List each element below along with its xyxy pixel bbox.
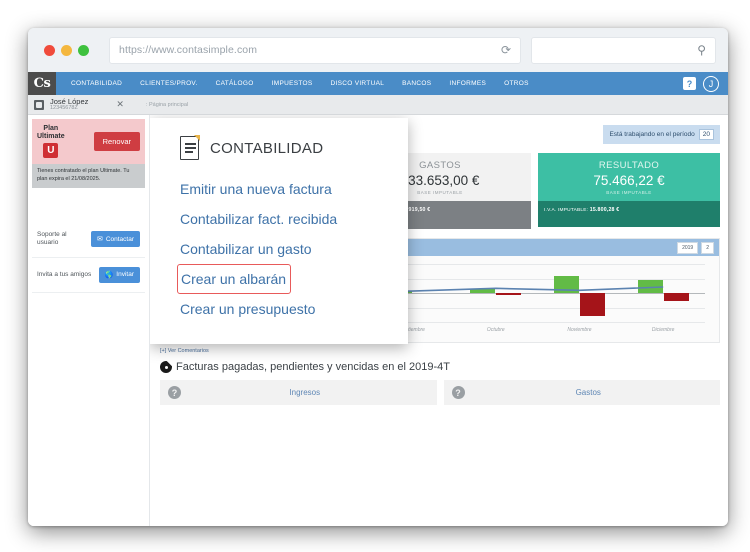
maximize-window-button[interactable] (78, 44, 89, 56)
menu-item-contabilizar-gasto[interactable]: Contabilizar un gasto (150, 234, 408, 264)
chart-bar (580, 293, 606, 316)
chart-year-selector[interactable]: 2019 2 (677, 241, 714, 254)
kpi-subtitle: BASE IMPUTABLE (606, 190, 652, 195)
kpi-meta-value: 15.800,28 € (589, 207, 620, 213)
chart-x-tick: Diciembre (651, 327, 675, 334)
menu-item-crear-presupuesto[interactable]: Crear un presupuesto (150, 294, 408, 324)
menu-item-contabilizar-factura[interactable]: Contabilizar fact. recibida (150, 204, 408, 234)
globe-icon: 🌎 (104, 271, 114, 279)
avatar[interactable]: J (703, 75, 719, 92)
help-icon[interactable]: ? (683, 77, 696, 90)
menu-item-emitir-factura[interactable]: Emitir una nueva factura (150, 174, 408, 204)
invite-friends-label: Invitar (116, 271, 134, 279)
menu-item-crear-albaran[interactable]: Crear un albarán (177, 264, 292, 294)
invite-friends-button[interactable]: 🌎 Invitar (98, 266, 140, 283)
close-icon[interactable]: ✕ (116, 99, 124, 110)
plan-box: Plan Ultimate U Renovar (32, 119, 145, 165)
nav-item-informes[interactable]: INFORMES (440, 72, 495, 95)
kpi-top: RESULTADO 75.466,22 € BASE IMPUTABLE (538, 153, 720, 201)
document-icon (180, 135, 200, 160)
nav-item-bancos[interactable]: BANCOS (393, 72, 440, 95)
plan-label-line2: Ultimate (37, 133, 65, 141)
working-period-text: Está trabajando en el período (609, 131, 695, 138)
close-window-button[interactable] (44, 44, 55, 56)
browser-window: https://www.contasimple.com ⟳ ⚲ Cs CONTA… (28, 28, 728, 526)
reload-icon[interactable]: ⟳ (501, 44, 511, 56)
breadcrumb: : Página principal (145, 101, 189, 108)
working-period-value[interactable]: 20 (698, 129, 714, 140)
sidebar: Plan Ultimate U Renovar Tienes contratad… (28, 115, 150, 526)
kpi-card-resultado: RESULTADO 75.466,22 € BASE IMPUTABLE I.V… (538, 153, 720, 229)
invite-label: Invita a tus amigos (37, 270, 92, 278)
kpi-title: RESULTADO (598, 160, 660, 171)
user-strip: José López 12345678Z ✕ : Página principa… (28, 95, 728, 115)
kpi-meta-row: I.V.A. IMPUTABLE: 15.800,28 € (544, 206, 714, 215)
renew-plan-button[interactable]: Renovar (93, 132, 140, 152)
sidebar-row-invite: Invita a tus amigos 🌎 Invitar (32, 258, 145, 293)
pie-chart-icon (160, 361, 172, 374)
main-content: é López Está trabajando en el período 20… (150, 115, 728, 526)
page-body: Plan Ultimate U Renovar Tienes contratad… (28, 115, 728, 526)
plan-label-line1: Plan (43, 125, 59, 132)
working-period-indicator[interactable]: Está trabajando en el período 20 (603, 125, 720, 144)
kpi-meta-label: I.V.A. IMPUTABLE: (544, 208, 589, 213)
app-logo[interactable]: Cs (28, 72, 56, 95)
browser-toolbar: https://www.contasimple.com ⟳ ⚲ (28, 28, 728, 72)
year-button-next[interactable]: 2 (701, 241, 714, 254)
search-icon: ⚲ (697, 43, 706, 57)
url-input[interactable]: https://www.contasimple.com (119, 44, 501, 56)
plan-note: Tienes contratado el plan Ultimate. Tu p… (32, 164, 145, 189)
navbar-items: CONTABILIDAD CLIENTES/PROV. CATÁLOGO IMP… (56, 72, 538, 95)
app-navbar: Cs CONTABILIDAD CLIENTES/PROV. CATÁLOGO … (28, 72, 728, 95)
nav-item-disco-virtual[interactable]: DISCO VIRTUAL (322, 72, 394, 95)
kpi-bottom: I.V.A. IMPUTABLE: 15.800,28 € (538, 201, 720, 227)
plan-info: Plan Ultimate U (37, 125, 65, 159)
question-icon[interactable]: ? (168, 386, 181, 400)
minimize-window-button[interactable] (61, 44, 72, 56)
contact-support-button[interactable]: ✉ Contactar (90, 231, 140, 248)
dropdown-header: CONTABILIDAD (150, 135, 408, 160)
nav-item-clientes-prov[interactable]: CLIENTES/PROV. (131, 72, 206, 95)
year-button-2019[interactable]: 2019 (677, 241, 699, 254)
chart-x-tick: Noviembre (567, 327, 592, 334)
id-card-icon (34, 99, 44, 110)
window-controls[interactable] (40, 44, 89, 56)
browser-search-input[interactable]: ⚲ (531, 36, 716, 64)
address-bar[interactable]: https://www.contasimple.com ⟳ (109, 36, 521, 64)
user-info: José López 12345678Z (50, 97, 88, 112)
nav-item-otros[interactable]: OTROS (495, 72, 538, 95)
nav-item-impuestos[interactable]: IMPUESTOS (263, 72, 322, 95)
nav-item-contabilidad[interactable]: CONTABILIDAD (62, 72, 131, 95)
contact-support-label: Contactar (105, 235, 134, 243)
kpi-amount: 75.466,22 € (593, 173, 665, 188)
support-label: Soporte al usuario (37, 231, 67, 247)
dropdown-title: CONTABILIDAD (210, 139, 324, 157)
nav-item-catalogo[interactable]: CATÁLOGO (207, 72, 263, 95)
navbar-right: ? J (683, 72, 728, 95)
sidebar-row-support: Soporte al usuario ✉ Contactar (32, 222, 145, 258)
envelope-icon: ✉ (96, 236, 103, 244)
chart-bar (663, 293, 689, 301)
chart-bar (637, 279, 663, 294)
plan-badge-icon: U (43, 143, 59, 159)
user-id: 12345678Z (50, 104, 78, 111)
contabilidad-dropdown-menu[interactable]: CONTABILIDAD Emitir una nueva factura Co… (150, 118, 408, 344)
